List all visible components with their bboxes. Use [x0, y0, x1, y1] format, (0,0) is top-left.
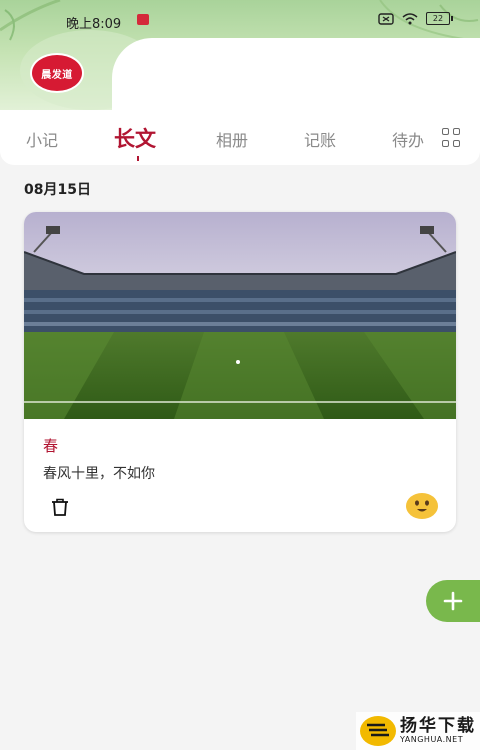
- watermark-cn: 扬华下载: [400, 716, 476, 736]
- tab-changwen[interactable]: 长文: [114, 123, 156, 153]
- section-date: 08月15日: [24, 182, 91, 198]
- watermark: 扬华下载 YANGHUA.NET: [356, 712, 480, 750]
- avatar[interactable]: 晨发道: [32, 55, 82, 91]
- status-bar: 晚上8:09 22: [0, 0, 480, 40]
- watermark-en: YANGHUA.NET: [400, 735, 464, 744]
- tab-xiangce[interactable]: 相册: [216, 127, 248, 151]
- active-tab-indicator: [137, 156, 139, 161]
- notification-icon: [137, 14, 149, 25]
- sim-icon: [378, 12, 394, 25]
- trash-icon[interactable]: [50, 497, 70, 517]
- avatar-label: 晨发道: [41, 69, 73, 81]
- battery-icon: 22: [426, 12, 453, 25]
- tab-daiban[interactable]: 待办: [392, 127, 424, 151]
- stadium-photo: [24, 212, 456, 419]
- wifi-icon: [402, 12, 418, 24]
- article-card[interactable]: 春 春风十里，不如你: [24, 212, 456, 532]
- plus-icon: [443, 591, 463, 611]
- tab-bar: 小记 长文 相册 记账 待办: [0, 110, 480, 165]
- tabs-scroll[interactable]: 小记 长文 相册 记账 待办: [0, 110, 428, 165]
- smile-emoji-icon[interactable]: [406, 493, 438, 519]
- status-time: 晚上8:09: [66, 17, 122, 32]
- add-button[interactable]: [426, 580, 480, 622]
- watermark-text: 扬华下载 YANGHUA.NET: [400, 717, 476, 745]
- card-title: 春: [43, 437, 59, 455]
- tab-jizhang[interactable]: 记账: [304, 127, 336, 151]
- watermark-logo-icon: [360, 716, 396, 746]
- status-icons: 22: [378, 12, 453, 25]
- tab-xiaoji[interactable]: 小记: [26, 127, 58, 151]
- grid-menu-icon[interactable]: [442, 128, 462, 148]
- card-body: 春风十里，不如你: [43, 466, 155, 482]
